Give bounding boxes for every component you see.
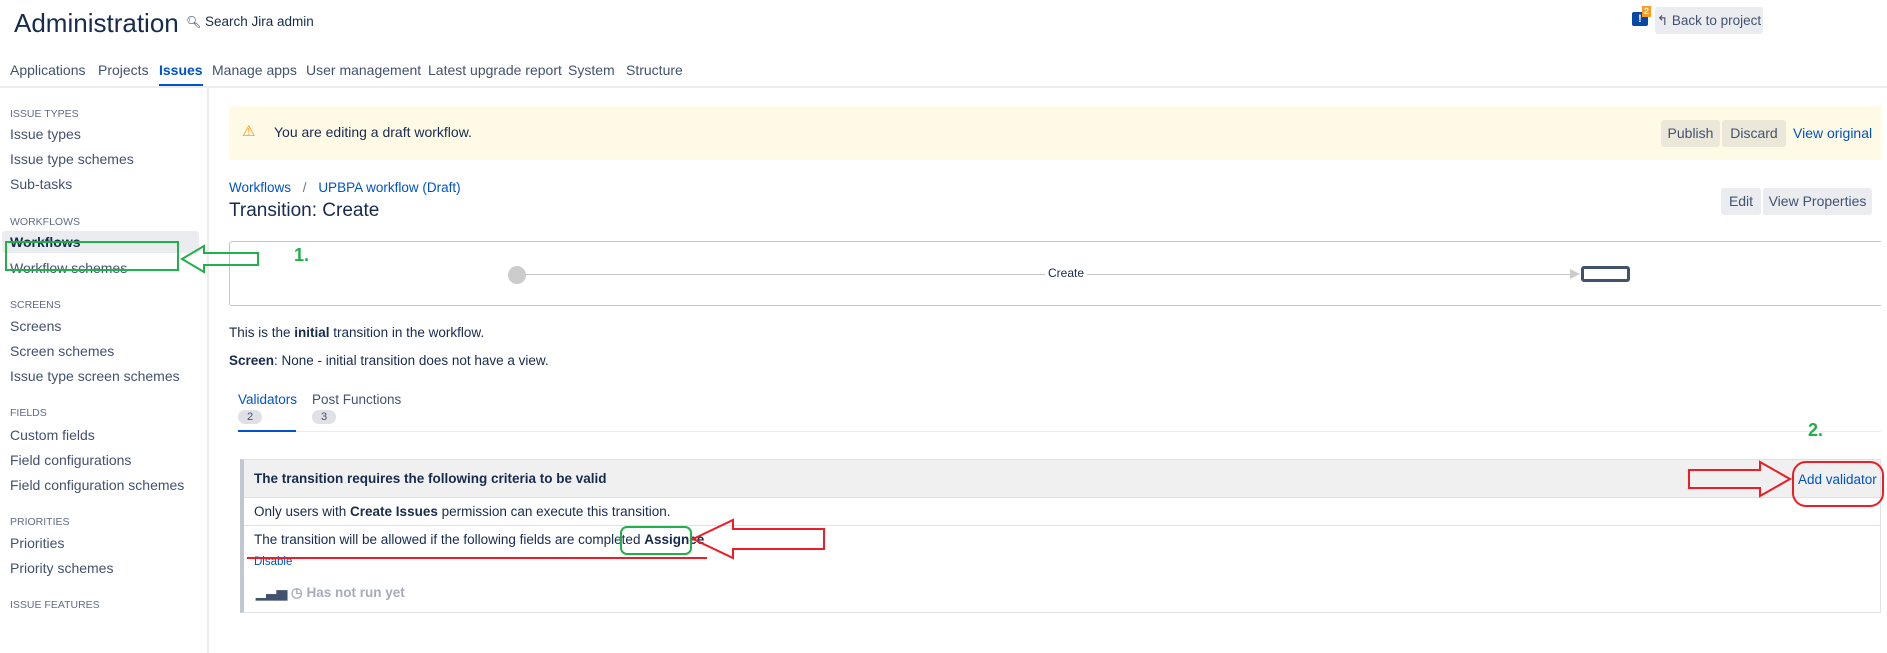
breadcrumb: Workflows / UPBPA workflow (Draft) xyxy=(229,180,461,195)
view-original-link[interactable]: View original xyxy=(1793,125,1872,141)
post-functions-count-badge: 3 xyxy=(312,410,337,424)
breadcrumb-workflow-draft[interactable]: UPBPA workflow (Draft) xyxy=(318,180,460,195)
annotation-step-1: 1. xyxy=(294,245,310,265)
annotation-red-underline xyxy=(247,557,707,559)
sidebar-section-fields: FIELDS xyxy=(10,407,47,419)
transition-label[interactable]: Create xyxy=(1045,266,1088,280)
target-status-node[interactable] xyxy=(1581,266,1630,282)
draft-warning-banner: ⚠ You are editing a draft workflow. Publ… xyxy=(229,106,1881,160)
annotation-red-ellipse xyxy=(1792,461,1884,507)
initial-transition-info: This is the initial transition in the wo… xyxy=(229,325,485,340)
validators-panel: The transition requires the following cr… xyxy=(240,459,1881,613)
annotation-green-arrow-icon xyxy=(180,244,259,274)
breadcrumb-workflows[interactable]: Workflows xyxy=(229,180,291,195)
sidebar-section-screens: SCREENS xyxy=(10,299,61,311)
sidebar-section-issue-types: ISSUE TYPES xyxy=(10,108,79,120)
initial-node xyxy=(508,266,526,284)
notifications-icon[interactable]: ! 2 xyxy=(1632,6,1652,26)
back-to-project-button[interactable]: ↰ Back to project xyxy=(1655,7,1763,34)
arrow-head-icon xyxy=(1570,269,1580,279)
edit-button[interactable]: Edit xyxy=(1721,188,1761,215)
nav-structure[interactable]: Structure xyxy=(626,62,683,86)
sidebar-item-issue-types[interactable]: Issue types xyxy=(10,126,81,142)
sidebar-item-priorities[interactable]: Priorities xyxy=(10,535,64,551)
sidebar-item-field-configurations[interactable]: Field configurations xyxy=(10,452,131,468)
panel-header: The transition requires the following cr… xyxy=(244,460,1880,498)
permission-validator-row: Only users with Create Issues permission… xyxy=(254,504,671,519)
sidebar-item-issue-type-schemes[interactable]: Issue type schemes xyxy=(10,151,134,167)
annotation-red-arrow-right-icon xyxy=(1688,460,1793,498)
clock-icon: ◷ xyxy=(290,585,303,600)
nav-user-management[interactable]: User management xyxy=(306,62,421,86)
sidebar: ISSUE TYPES Issue types Issue type schem… xyxy=(0,88,209,653)
annotation-red-arrow-left-icon xyxy=(690,518,825,560)
publish-button[interactable]: Publish xyxy=(1661,120,1720,147)
annotation-step-2: 2. xyxy=(1808,420,1824,440)
sidebar-item-priority-schemes[interactable]: Priority schemes xyxy=(10,560,113,576)
sidebar-item-field-configuration-schemes[interactable]: Field configuration schemes xyxy=(10,477,184,493)
nav-system[interactable]: System xyxy=(568,62,615,86)
view-properties-button[interactable]: View Properties xyxy=(1763,188,1872,215)
banner-text: You are editing a draft workflow. xyxy=(274,124,472,140)
page-title: Transition: Create xyxy=(229,200,380,221)
nav-manage-apps[interactable]: Manage apps xyxy=(212,62,297,86)
run-status: ▁▃▅ ◷ Has not run yet xyxy=(256,585,405,600)
discard-button[interactable]: Discard xyxy=(1722,120,1786,147)
search-icon: 🔍︎ xyxy=(186,15,202,29)
screen-info: Screen: None - initial transition does n… xyxy=(229,353,549,368)
search-admin-input[interactable]: 🔍︎ Search Jira admin xyxy=(186,14,314,29)
admin-nav: Applications Projects Issues Manage apps… xyxy=(0,62,1887,88)
annotation-green-box-assignee xyxy=(620,526,692,555)
nav-latest-upgrade-report[interactable]: Latest upgrade report xyxy=(428,62,562,86)
nav-issues[interactable]: Issues xyxy=(159,62,203,86)
nav-projects[interactable]: Projects xyxy=(98,62,149,86)
chart-icon[interactable]: ▁▃▅ xyxy=(256,585,287,600)
back-arrow-icon: ↰ xyxy=(1656,13,1669,28)
row-divider xyxy=(244,525,1880,526)
sidebar-section-priorities: PRIORITIES xyxy=(10,516,70,528)
sidebar-item-screen-schemes[interactable]: Screen schemes xyxy=(10,343,114,359)
nav-applications[interactable]: Applications xyxy=(10,62,86,86)
warning-icon: ⚠ xyxy=(242,123,256,140)
sidebar-item-sub-tasks[interactable]: Sub-tasks xyxy=(10,176,72,192)
annotation-green-box-workflows xyxy=(5,241,179,271)
tab-validators[interactable]: Validators 2 xyxy=(238,392,297,432)
sidebar-section-workflows: WORKFLOWS xyxy=(10,216,80,228)
sidebar-item-custom-fields[interactable]: Custom fields xyxy=(10,427,95,443)
sidebar-item-screens[interactable]: Screens xyxy=(10,318,61,334)
sidebar-item-issue-type-screen-schemes[interactable]: Issue type screen schemes xyxy=(10,368,180,384)
validators-count-badge: 2 xyxy=(238,410,263,424)
sidebar-section-issue-features: ISSUE FEATURES xyxy=(10,599,100,611)
tab-post-functions[interactable]: Post Functions 3 xyxy=(312,392,401,424)
tabs: Validators 2 Post Functions 3 xyxy=(238,392,1881,432)
page-header-title: Administration xyxy=(14,8,179,38)
transition-diagram: Create xyxy=(229,241,1881,306)
